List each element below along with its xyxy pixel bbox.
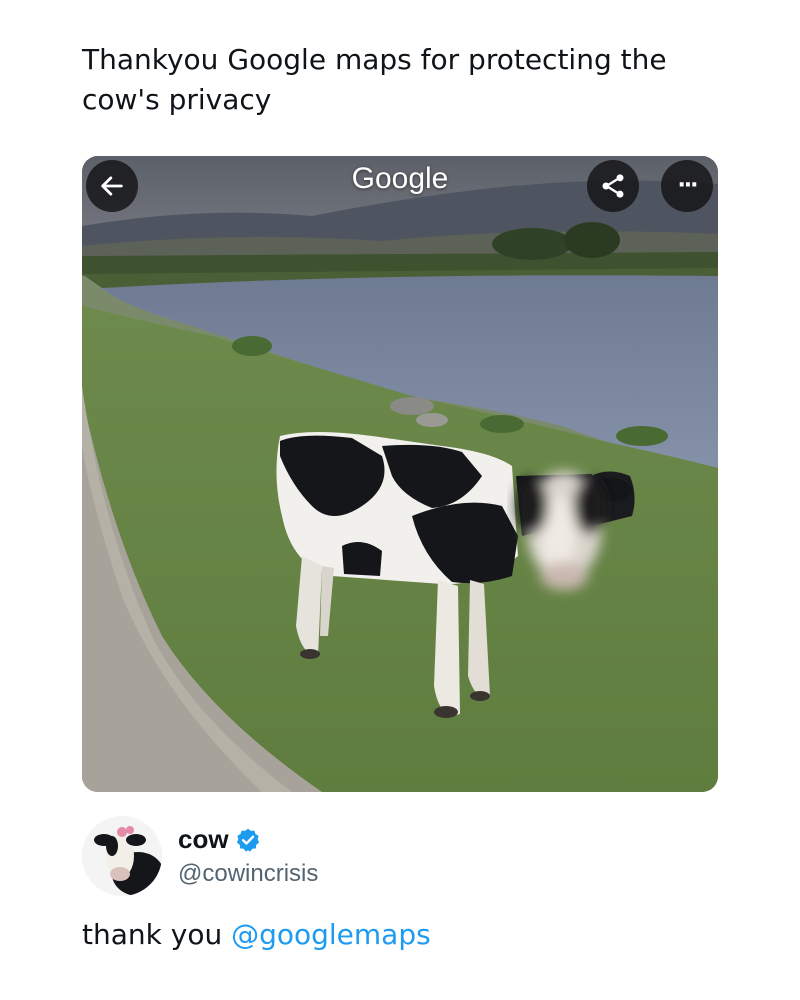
post-caption: Thankyou Google maps for protecting the … — [82, 43, 667, 116]
mention-link[interactable]: @googlemaps — [231, 918, 431, 951]
cow-photo-image — [82, 156, 718, 792]
verified-badge-icon — [236, 828, 259, 852]
author-display-name[interactable]: cow — [178, 824, 229, 855]
share-icon — [602, 174, 624, 198]
avatar[interactable] — [82, 816, 162, 896]
street-view-photo[interactable]: Google ··· — [82, 156, 718, 792]
tweet-author: cow @cowincrisis — [82, 816, 722, 900]
author-name-row: cow — [178, 824, 261, 855]
cow-avatar-image — [82, 816, 162, 896]
more-options-button[interactable]: ··· — [661, 160, 713, 212]
share-button[interactable] — [587, 160, 639, 212]
more-horizontal-icon: ··· — [677, 173, 698, 198]
author-handle[interactable]: @cowincrisis — [178, 860, 318, 888]
tweet-text-body: thank you — [82, 918, 232, 951]
tweet-text: thank you @googlemaps — [82, 918, 431, 951]
